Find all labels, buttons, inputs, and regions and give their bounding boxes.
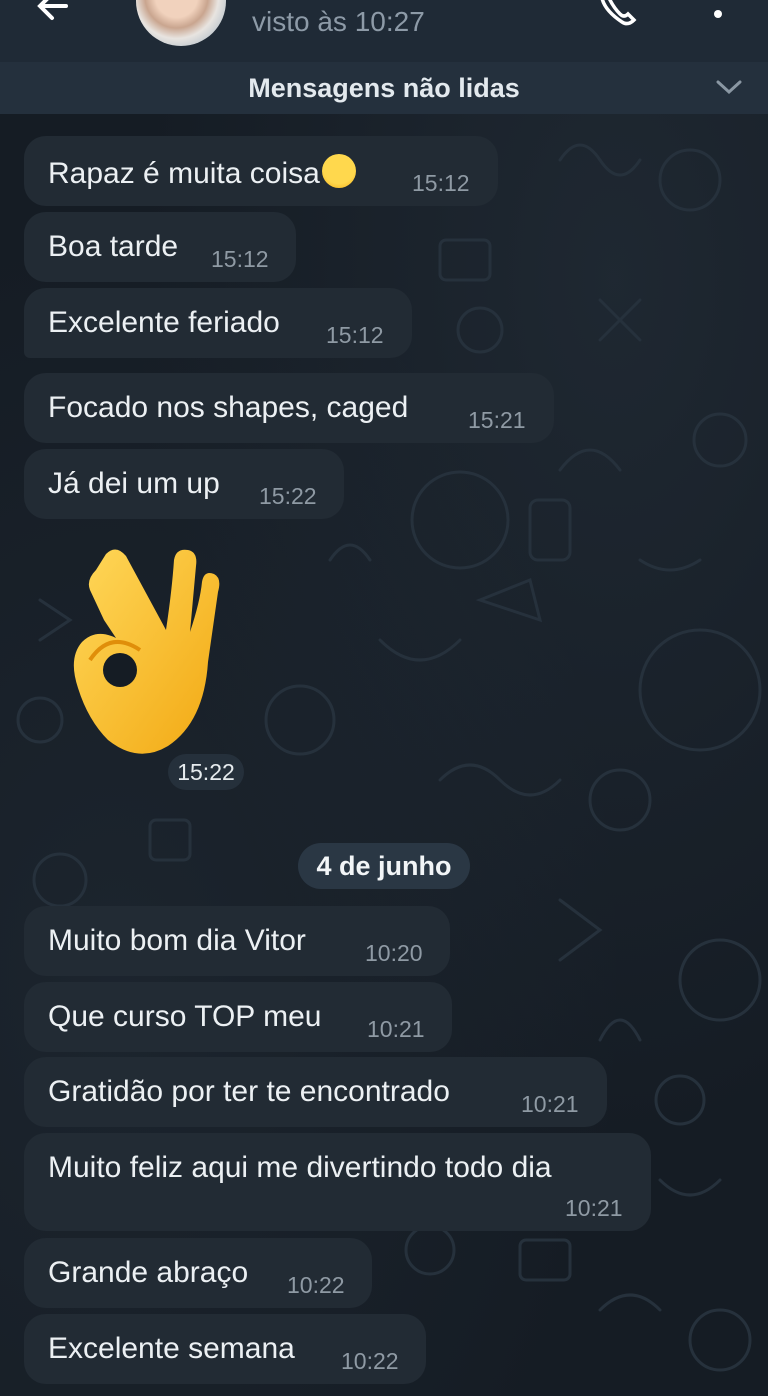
message-bubble[interactable]: Excelente feriado 15:12 [24, 288, 412, 358]
more-options-icon[interactable] [708, 0, 728, 22]
unread-messages-banner[interactable]: Mensagens não lidas [0, 62, 768, 114]
message-text: Excelente feriado [48, 306, 280, 339]
message-time: 15:12 [412, 170, 470, 196]
message-text: Gratidão por ter te encontrado [48, 1075, 450, 1108]
message-bubble[interactable]: Grande abraço 10:22 [24, 1238, 372, 1308]
message-text: Excelente semana [48, 1332, 295, 1365]
sweat-smile-emoji-icon [321, 154, 356, 188]
message-bubble[interactable]: Boa tarde 15:12 [24, 212, 296, 282]
chevron-down-icon[interactable] [716, 78, 742, 96]
message-time: 15:12 [326, 322, 384, 348]
message-bubble[interactable]: Muito bom dia Vitor 10:20 [24, 906, 450, 976]
message-time: 10:21 [367, 1016, 425, 1042]
message-text: Focado nos shapes, caged [48, 391, 409, 424]
sticker-time: 15:22 [168, 754, 244, 790]
message-text: Grande abraço [48, 1256, 249, 1289]
message-text: Que curso TOP meu [48, 1000, 322, 1033]
message-time: 10:22 [341, 1348, 399, 1374]
message-time: 10:21 [565, 1195, 623, 1221]
message-bubble[interactable]: Gratidão por ter te encontrado 10:21 [24, 1057, 607, 1127]
phone-call-icon[interactable] [596, 0, 640, 26]
message-time: 10:20 [365, 940, 423, 966]
back-arrow-icon[interactable] [36, 0, 76, 28]
message-bubble[interactable]: Já dei um up 15:22 [24, 449, 344, 519]
message-text: Muito bom dia Vitor [48, 924, 306, 957]
message-bubble[interactable]: Focado nos shapes, caged 15:21 [24, 373, 554, 443]
unread-label: Mensagens não lidas [248, 73, 520, 103]
message-time: 15:21 [468, 407, 526, 433]
message-text: Muito feliz aqui me divertindo todo dia [48, 1151, 552, 1184]
message-text: Já dei um up [48, 467, 220, 500]
message-text: Rapaz é muita coisa [48, 154, 356, 191]
last-seen-status: visto às 10:27 [252, 6, 425, 37]
date-separator: 4 de junho [298, 843, 470, 889]
message-text: Boa tarde [48, 230, 179, 263]
message-time: 15:12 [211, 246, 269, 272]
message-bubble[interactable]: Excelente semana 10:22 [24, 1314, 426, 1384]
message-time: 15:22 [259, 483, 317, 509]
contact-avatar[interactable] [136, 0, 226, 46]
message-time: 10:21 [521, 1091, 579, 1117]
message-bubble[interactable]: Que curso TOP meu 10:21 [24, 982, 452, 1052]
message-bubble[interactable]: Rapaz é muita coisa 15:12 [24, 136, 498, 206]
message-bubble[interactable]: Muito feliz aqui me divertindo todo dia … [24, 1133, 651, 1231]
message-time: 10:22 [287, 1272, 345, 1298]
ok-hand-sticker-icon[interactable] [70, 540, 220, 760]
chat-header: visto às 10:27 [0, 0, 768, 62]
